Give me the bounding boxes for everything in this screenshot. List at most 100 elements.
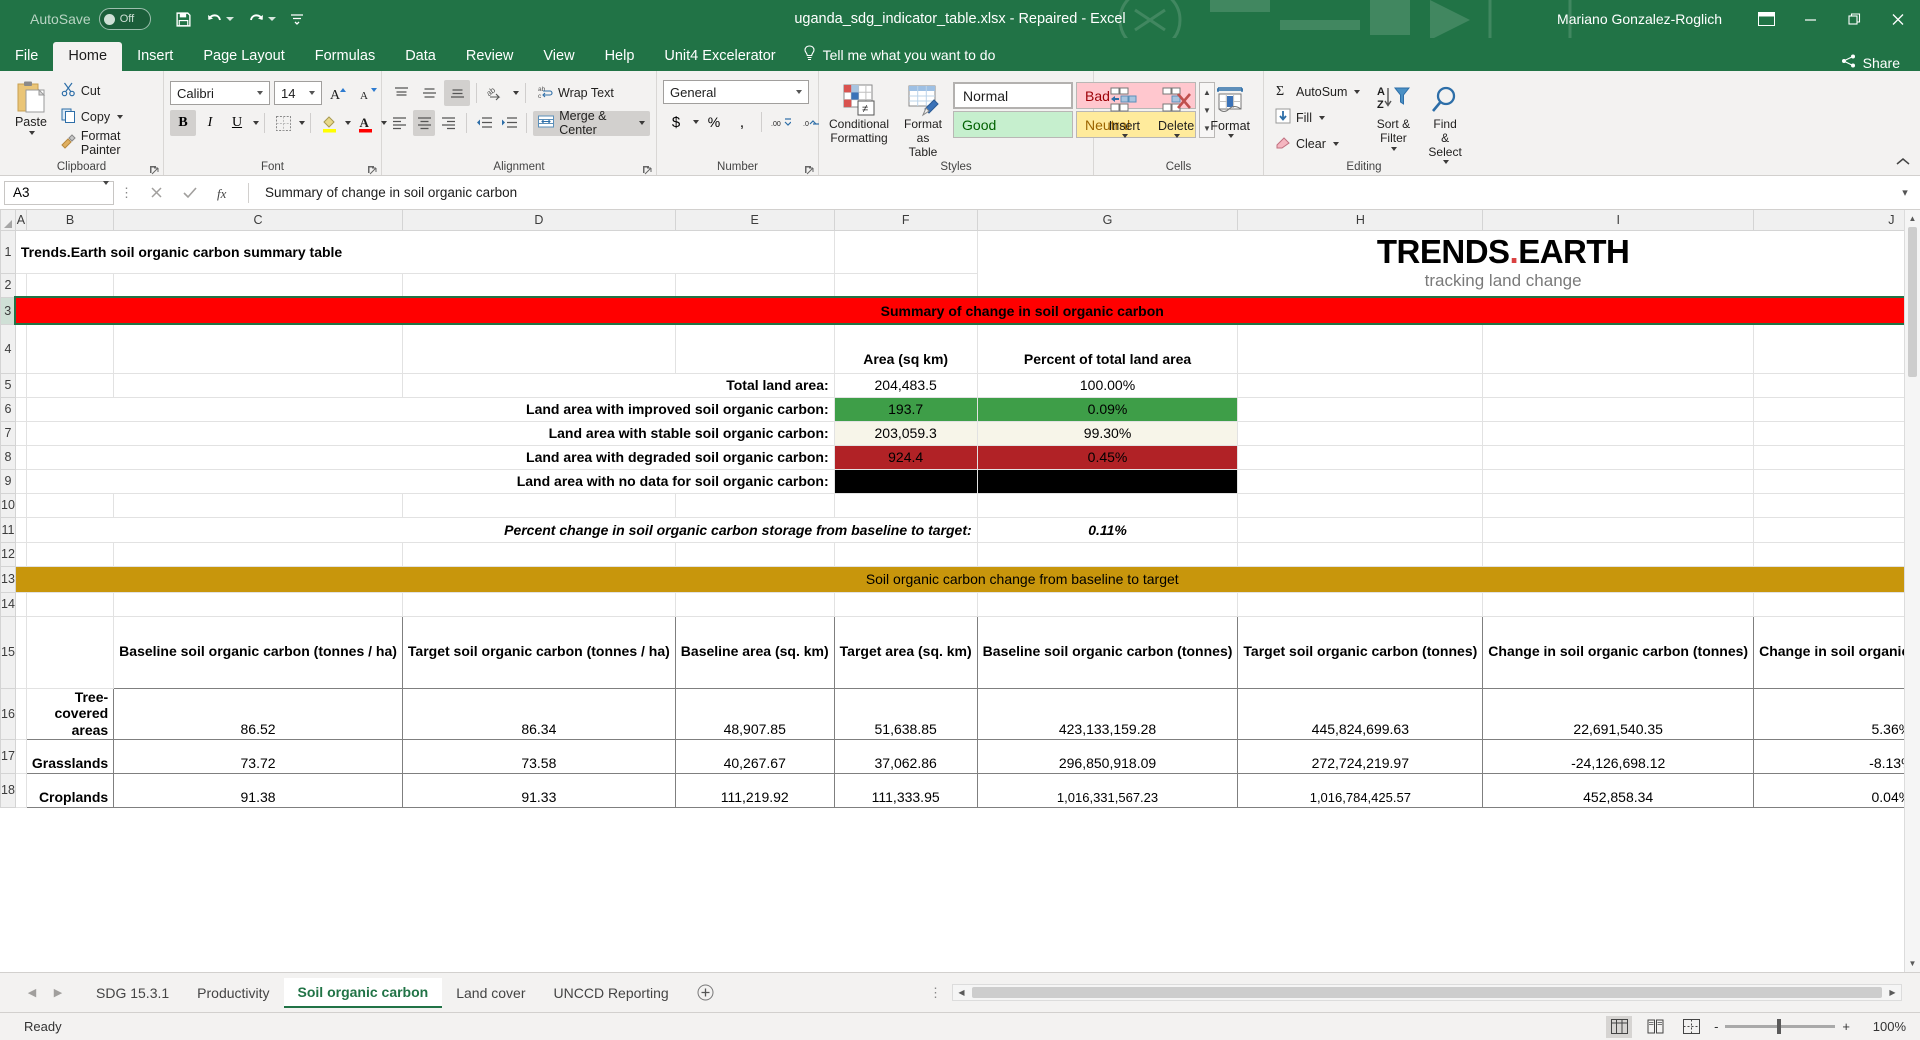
- tab-page-layout[interactable]: Page Layout: [188, 42, 299, 71]
- merge-center-dropdown-caret[interactable]: [639, 121, 645, 125]
- accounting-dropdown-caret[interactable]: [693, 120, 699, 124]
- ribbon-display-options-icon[interactable]: [1744, 0, 1788, 38]
- cell-G10[interactable]: [977, 493, 1238, 517]
- number-format-caret[interactable]: [790, 90, 806, 94]
- summary-percent-stable[interactable]: 99.30%: [977, 421, 1238, 445]
- summary-area-nodata[interactable]: 306.0: [834, 469, 977, 493]
- row-header-4[interactable]: 4: [1, 324, 16, 373]
- cell-A15[interactable]: [15, 616, 26, 688]
- font-size-caret[interactable]: [303, 91, 319, 95]
- horizontal-scroll-thumb[interactable]: [972, 987, 1882, 998]
- cell-D14[interactable]: [402, 592, 675, 616]
- summary-label-nodata[interactable]: Land area with no data for soil organic …: [26, 469, 834, 493]
- fill-button[interactable]: Fill: [1270, 105, 1365, 130]
- font-color-icon[interactable]: A: [352, 110, 378, 136]
- cell-A1-title[interactable]: Trends.Earth soil organic carbon summary…: [15, 230, 834, 273]
- orientation-dropdown-caret[interactable]: [513, 91, 519, 95]
- vertical-scrollbar[interactable]: ▲ ▼: [1904, 210, 1920, 972]
- row-header-5[interactable]: 5: [1, 373, 16, 397]
- row-header-11[interactable]: 11: [1, 517, 16, 542]
- align-right-icon[interactable]: [437, 110, 460, 136]
- cell-J10[interactable]: [1754, 493, 1920, 517]
- find-select-button[interactable]: Find & Select: [1421, 79, 1468, 167]
- cell-C10[interactable]: [114, 493, 403, 517]
- italic-button[interactable]: I: [197, 110, 223, 136]
- zoom-in-button[interactable]: +: [1842, 1019, 1850, 1034]
- tab-formulas[interactable]: Formulas: [300, 42, 390, 71]
- row-header-2[interactable]: 2: [1, 273, 16, 297]
- summary-header-area[interactable]: Area (sq km): [834, 324, 977, 373]
- collapse-ribbon-icon[interactable]: [1896, 154, 1910, 172]
- cell-A8[interactable]: [15, 445, 26, 469]
- crop-change-percent[interactable]: 0.04%: [1754, 773, 1920, 807]
- tab-file[interactable]: File: [0, 42, 53, 71]
- cell-J4[interactable]: [1754, 324, 1920, 373]
- autosave-control[interactable]: AutoSave Off: [30, 8, 151, 30]
- table-header-baseline-soc-tonnes[interactable]: Baseline soil organic carbon (tonnes): [977, 616, 1238, 688]
- cell-J11[interactable]: [1754, 517, 1920, 542]
- cell-B15[interactable]: [26, 616, 113, 688]
- fill-color-dropdown-caret[interactable]: [345, 121, 351, 125]
- align-left-icon[interactable]: [388, 110, 411, 136]
- cell-A16[interactable]: [15, 688, 26, 739]
- cell-E12[interactable]: [675, 542, 834, 566]
- cell-I10[interactable]: [1483, 493, 1754, 517]
- cell-F10[interactable]: [834, 493, 977, 517]
- align-top-icon[interactable]: [388, 80, 414, 106]
- cell-A9[interactable]: [15, 469, 26, 493]
- cell-J9[interactable]: [1754, 469, 1920, 493]
- sheet-tab-land-cover[interactable]: Land cover: [442, 979, 539, 1007]
- cell-J14[interactable]: [1754, 592, 1920, 616]
- cell-I5[interactable]: [1483, 373, 1754, 397]
- sheet-tab-soil-organic-carbon[interactable]: Soil organic carbon: [284, 978, 443, 1008]
- cell-I8[interactable]: [1483, 445, 1754, 469]
- conditional-formatting-button[interactable]: ≠ Conditional Formatting: [825, 79, 893, 149]
- font-name-combo[interactable]: Calibri: [170, 81, 270, 105]
- table-header-change-tonnes[interactable]: Change in soil organic carbon (tonnes): [1483, 616, 1754, 688]
- crop-baseline-area[interactable]: 111,219.92: [675, 773, 834, 807]
- increase-indent-icon[interactable]: [498, 110, 521, 136]
- change-banner[interactable]: Soil organic carbon change from baseline…: [15, 566, 1920, 592]
- grass-target-soc-ha[interactable]: 73.58: [402, 739, 675, 773]
- tab-data[interactable]: Data: [390, 42, 451, 71]
- align-center-icon[interactable]: [413, 110, 436, 136]
- tab-home[interactable]: Home: [53, 42, 122, 71]
- cell-E10[interactable]: [675, 493, 834, 517]
- insert-function-icon[interactable]: fx: [207, 180, 241, 206]
- tree-baseline-soc-tonnes[interactable]: 423,133,159.28: [977, 688, 1238, 739]
- font-name-caret[interactable]: [251, 91, 267, 95]
- increase-decimal-icon[interactable]: .00: [768, 109, 794, 135]
- row-header-7[interactable]: 7: [1, 421, 16, 445]
- decrease-indent-icon[interactable]: [473, 110, 496, 136]
- grass-baseline-area[interactable]: 40,267.67: [675, 739, 834, 773]
- row-header-13[interactable]: 13: [1, 566, 16, 592]
- cell-H14[interactable]: [1238, 592, 1483, 616]
- select-all-corner[interactable]: [1, 210, 16, 230]
- cancel-icon[interactable]: [139, 180, 173, 206]
- percent-change-value[interactable]: 0.11%: [977, 517, 1238, 542]
- table-header-baseline-area[interactable]: Baseline area (sq. km): [675, 616, 834, 688]
- sheet-tab-unccd-reporting[interactable]: UNCCD Reporting: [540, 979, 683, 1007]
- cell-G14[interactable]: [977, 592, 1238, 616]
- percent-change-label[interactable]: Percent change in soil organic carbon st…: [26, 517, 977, 542]
- formula-input[interactable]: Summary of change in soil organic carbon: [256, 181, 1894, 205]
- crop-change-tonnes[interactable]: 452,858.34: [1483, 773, 1754, 807]
- tree-target-soc-tonnes[interactable]: 445,824,699.63: [1238, 688, 1483, 739]
- summary-area-stable[interactable]: 203,059.3: [834, 421, 977, 445]
- redo-dropdown-caret[interactable]: [268, 17, 276, 21]
- cut-button[interactable]: Cut: [56, 78, 157, 103]
- cell-B12[interactable]: [26, 542, 113, 566]
- summary-area-total[interactable]: 204,483.5: [834, 373, 977, 397]
- comma-style-button[interactable]: ,: [729, 109, 755, 135]
- cell-C4[interactable]: [114, 324, 403, 373]
- cell-E14[interactable]: [675, 592, 834, 616]
- table-header-change-percent[interactable]: Change in soil organic carbon (percent): [1754, 616, 1920, 688]
- format-dropdown-caret[interactable]: [1228, 134, 1234, 138]
- cell-H8[interactable]: [1238, 445, 1483, 469]
- row-header-10[interactable]: 10: [1, 493, 16, 517]
- cell-J6[interactable]: [1754, 397, 1920, 421]
- clipboard-dialog-launcher[interactable]: [149, 162, 159, 172]
- cell-I4[interactable]: [1483, 324, 1754, 373]
- cell-B10[interactable]: [26, 493, 113, 517]
- cell-D4[interactable]: [402, 324, 675, 373]
